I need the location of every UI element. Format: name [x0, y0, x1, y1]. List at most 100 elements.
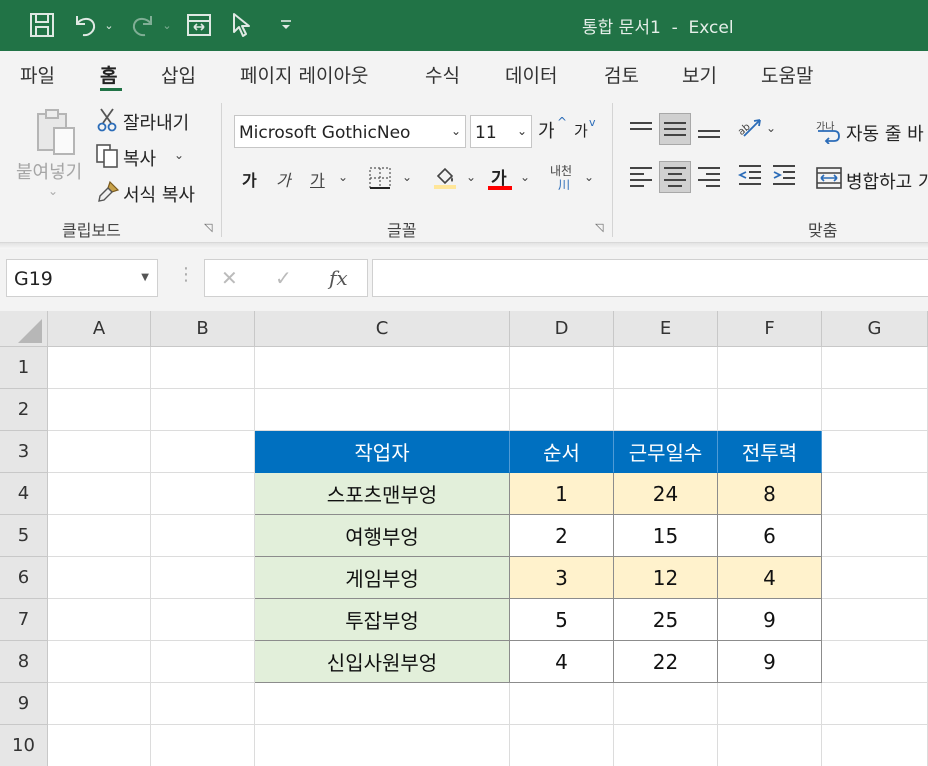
- tab-formulas[interactable]: 수식: [425, 61, 460, 88]
- cell-a8[interactable]: [48, 641, 151, 683]
- table-value-cell[interactable]: 22: [614, 641, 718, 683]
- column-header-e[interactable]: E: [614, 311, 718, 347]
- cell-a7[interactable]: [48, 599, 151, 641]
- cell-a9[interactable]: [48, 683, 151, 725]
- tab-home[interactable]: 홈: [100, 61, 117, 88]
- table-value-cell[interactable]: 24: [614, 473, 718, 515]
- cell-f9[interactable]: [718, 683, 822, 725]
- font-name-dropdown[interactable]: Microsoft GothicNeo ⌄: [234, 115, 466, 148]
- cell-b10[interactable]: [151, 725, 255, 766]
- cell-g8[interactable]: [822, 641, 928, 683]
- decrease-font-size-button[interactable]: 가 v: [574, 116, 602, 145]
- table-value-cell[interactable]: 15: [614, 515, 718, 557]
- cell-g5[interactable]: [822, 515, 928, 557]
- orientation-button[interactable]: ab ⌄: [736, 116, 780, 144]
- row-header-9[interactable]: 9: [0, 683, 48, 725]
- italic-button[interactable]: 가: [274, 166, 298, 192]
- column-header-c[interactable]: C: [255, 311, 510, 347]
- table-header-cell[interactable]: 순서: [510, 431, 614, 473]
- copy-dropdown-icon[interactable]: ⌄: [174, 148, 184, 162]
- cell-b3[interactable]: [151, 431, 255, 473]
- form-icon[interactable]: [184, 10, 214, 40]
- table-value-cell[interactable]: 1: [510, 473, 614, 515]
- wrap-text-button[interactable]: 가나 자동 줄 바: [816, 116, 928, 146]
- enter-entry-icon[interactable]: ✓: [275, 266, 292, 290]
- cell-e1[interactable]: [614, 347, 718, 389]
- clipboard-launcher-icon[interactable]: ◹: [204, 222, 216, 234]
- row-header-1[interactable]: 1: [0, 347, 48, 389]
- cell-g2[interactable]: [822, 389, 928, 431]
- row-header-4[interactable]: 4: [0, 473, 48, 515]
- undo-icon[interactable]: [70, 10, 100, 40]
- cell-g7[interactable]: [822, 599, 928, 641]
- increase-font-size-button[interactable]: 가 ^: [538, 115, 568, 143]
- table-value-cell[interactable]: 4: [718, 557, 822, 599]
- middle-align-button[interactable]: [659, 113, 691, 145]
- table-name-cell[interactable]: 여행부엉: [255, 515, 510, 557]
- row-header-5[interactable]: 5: [0, 515, 48, 557]
- cell-e10[interactable]: [614, 725, 718, 766]
- cell-a5[interactable]: [48, 515, 151, 557]
- decrease-indent-button[interactable]: [734, 161, 766, 193]
- cell-a10[interactable]: [48, 725, 151, 766]
- save-icon[interactable]: [26, 10, 58, 40]
- table-value-cell[interactable]: 5: [510, 599, 614, 641]
- touch-mode-icon[interactable]: [228, 10, 254, 40]
- bottom-align-button[interactable]: [693, 113, 725, 145]
- table-name-cell[interactable]: 투잡부엉: [255, 599, 510, 641]
- column-header-g[interactable]: G: [822, 311, 928, 347]
- table-value-cell[interactable]: 9: [718, 599, 822, 641]
- cell-a4[interactable]: [48, 473, 151, 515]
- cell-g4[interactable]: [822, 473, 928, 515]
- table-value-cell[interactable]: 12: [614, 557, 718, 599]
- undo-dropdown-icon[interactable]: ⌄: [102, 10, 116, 40]
- cell-d1[interactable]: [510, 347, 614, 389]
- tab-page-layout[interactable]: 페이지 레이아웃: [240, 61, 368, 88]
- cell-d2[interactable]: [510, 389, 614, 431]
- paste-button[interactable]: 붙여넣기 ⌄: [12, 104, 92, 204]
- cell-e9[interactable]: [614, 683, 718, 725]
- row-header-8[interactable]: 8: [0, 641, 48, 683]
- cell-f2[interactable]: [718, 389, 822, 431]
- more-options-icon[interactable]: ⋮: [177, 264, 195, 285]
- align-right-button[interactable]: [693, 161, 725, 193]
- tab-file[interactable]: 파일: [20, 61, 55, 88]
- cell-c1[interactable]: [255, 347, 510, 389]
- top-align-button[interactable]: [625, 113, 657, 145]
- align-left-button[interactable]: [625, 161, 657, 193]
- insert-function-icon[interactable]: fx: [329, 266, 348, 290]
- cell-g3[interactable]: [822, 431, 928, 473]
- tab-data[interactable]: 데이터: [505, 61, 557, 88]
- cut-button[interactable]: 잘라내기: [96, 108, 206, 134]
- phonetic-guide-button[interactable]: 내천 川 ⌄: [548, 162, 598, 194]
- column-header-d[interactable]: D: [510, 311, 614, 347]
- format-painter-button[interactable]: 서식 복사: [96, 180, 206, 206]
- column-header-b[interactable]: B: [151, 311, 255, 347]
- cell-g6[interactable]: [822, 557, 928, 599]
- cell-a6[interactable]: [48, 557, 151, 599]
- cell-e2[interactable]: [614, 389, 718, 431]
- redo-dropdown-icon[interactable]: ⌄: [160, 10, 174, 40]
- row-header-10[interactable]: 10: [0, 725, 48, 766]
- formula-input[interactable]: [372, 259, 928, 297]
- cell-a2[interactable]: [48, 389, 151, 431]
- borders-button[interactable]: ⌄: [366, 164, 416, 192]
- cell-c2[interactable]: [255, 389, 510, 431]
- row-header-3[interactable]: 3: [0, 431, 48, 473]
- cell-f10[interactable]: [718, 725, 822, 766]
- merge-center-button[interactable]: 병합하고 가: [816, 164, 928, 194]
- increase-indent-button[interactable]: [768, 161, 800, 193]
- font-size-dropdown[interactable]: 11 ⌄: [470, 115, 532, 148]
- cell-d10[interactable]: [510, 725, 614, 766]
- tab-help[interactable]: 도움말: [761, 61, 813, 88]
- table-value-cell[interactable]: 25: [614, 599, 718, 641]
- row-header-2[interactable]: 2: [0, 389, 48, 431]
- name-box[interactable]: G19 ▼: [6, 259, 158, 297]
- tab-view[interactable]: 보기: [682, 61, 717, 88]
- table-value-cell[interactable]: 3: [510, 557, 614, 599]
- table-header-cell[interactable]: 전투력: [718, 431, 822, 473]
- table-header-cell[interactable]: 근무일수: [614, 431, 718, 473]
- cell-g1[interactable]: [822, 347, 928, 389]
- cell-b7[interactable]: [151, 599, 255, 641]
- redo-icon[interactable]: [128, 10, 158, 40]
